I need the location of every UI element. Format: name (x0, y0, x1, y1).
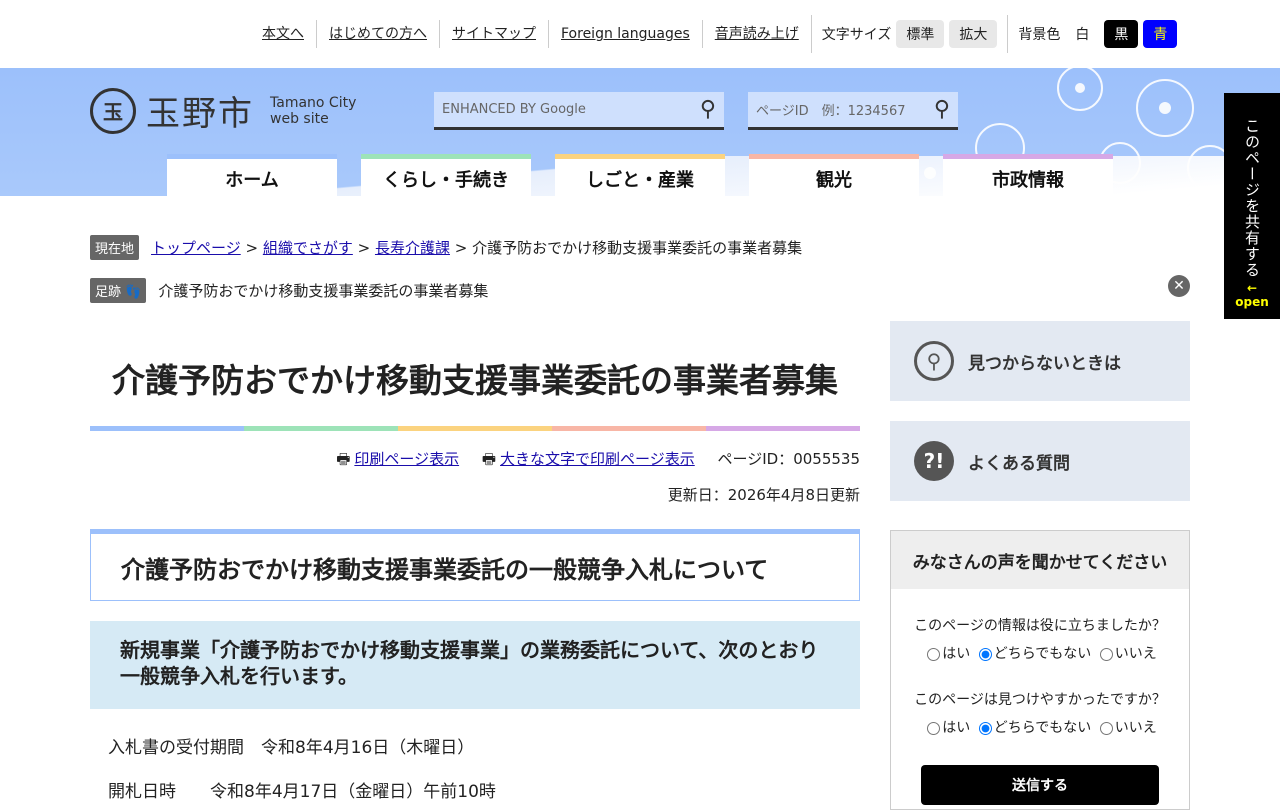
breadcrumb-org[interactable]: 組織でさがす (263, 239, 353, 257)
google-search-placeholder: ENHANCED BY Google (442, 102, 586, 117)
feedback-survey: みなさんの声を聞かせてください このページの情報は役に立ちましたか？ はい どち… (890, 530, 1190, 810)
share-tab-text: このページを共有する (1243, 118, 1261, 278)
q1-yes[interactable]: はい (923, 646, 970, 662)
bg-blue-button[interactable]: 青 (1143, 20, 1178, 48)
nav-business[interactable]: しごと・産業 (555, 154, 725, 198)
breadcrumb-current: 介護予防おでかけ移動支援事業委託の事業者募集 (472, 239, 803, 257)
print-link[interactable]: 印刷ページ表示 (354, 450, 459, 468)
utility-bar: 本文へ はじめての方へ サイトマップ Foreign languages 音声読… (250, 15, 1187, 53)
logo-text: 玉野市 (146, 94, 254, 134)
survey-title: みなさんの声を聞かせてください (891, 531, 1189, 589)
breadcrumb-dept[interactable]: 長寿介護課 (375, 239, 450, 257)
footprint: 足跡 👣 介護予防おでかけ移動支援事業委託の事業者募集 (90, 278, 488, 303)
survey-question-1: このページの情報は役に立ちましたか？ (914, 618, 1166, 634)
nav-city-info[interactable]: 市政情報 (943, 154, 1113, 198)
city-seal-icon: 玉 (90, 87, 136, 134)
foreign-languages-link[interactable]: Foreign languages (548, 20, 702, 48)
bid-period: 入札書の受付期間 令和8年4月16日（木曜日） (108, 738, 475, 758)
q1-neutral[interactable]: どちらでもない (975, 646, 1091, 662)
q1-no[interactable]: いいえ (1096, 646, 1157, 662)
nav-tourism[interactable]: 観光 (749, 154, 919, 198)
bg-white-button[interactable]: 白 (1065, 20, 1099, 48)
printer-icon: 🖶 (336, 450, 351, 468)
breadcrumb: 現在地 トップページ > 組織でさがす > 長寿介護課 > 介護予防おでかけ移動… (90, 235, 802, 260)
not-found-link[interactable]: ⚲ 見つからないときは (890, 321, 1190, 401)
faq-label: よくある質問 (968, 453, 1070, 474)
survey-question-2: このページは見つけやすかったですか？ (914, 692, 1166, 708)
font-standard-button[interactable]: 標準 (896, 20, 945, 48)
nav-home[interactable]: ホーム (167, 154, 337, 198)
font-size-label: 文字サイズ (821, 27, 892, 43)
subsection-heading: 新規事業「介護予防おでかけ移動支援事業」の業務委託について、次のとおり一般競争入… (90, 621, 860, 709)
section-heading: 介護予防おでかけ移動支援事業委託の一般競争入札について (90, 529, 860, 601)
footprint-icon: 👣 (125, 285, 142, 300)
logo-sub-2: web site (270, 110, 329, 127)
page-tools: 🖶 印刷ページ表示 🖶 大きな文字で印刷ページ表示 ページID：0055535 更新… (90, 448, 860, 505)
site-search-input[interactable]: ENHANCED BY Google ⚲ (434, 92, 724, 130)
sitemap-link[interactable]: サイトマップ (439, 20, 548, 48)
bg-color-label: 背景色 (1018, 27, 1061, 43)
site-logo[interactable]: 玉 玉野市 Tamano City web site (90, 86, 356, 135)
nav-living[interactable]: くらし・手続き (361, 154, 531, 198)
updated-date: 更新日：2026年4月8日更新 (667, 486, 860, 504)
share-side-tab[interactable]: このページを共有する ← open (1224, 93, 1280, 319)
read-aloud-link[interactable]: 音声読み上げ (701, 20, 811, 48)
page-id-placeholder: ページID 例：1234567 (756, 104, 906, 119)
q2-no[interactable]: いいえ (1096, 720, 1157, 736)
footprint-badge: 足跡 👣 (90, 278, 147, 303)
first-visit-link[interactable]: はじめての方へ (316, 20, 439, 48)
printer-icon: 🖶 (481, 450, 497, 468)
global-nav: ホーム くらし・手続き しごと・産業 観光 市政情報 (167, 154, 1113, 198)
font-size-group: 文字サイズ 標準 拡大 (810, 15, 1008, 53)
q2-yes[interactable]: はい (923, 720, 970, 736)
faq-link[interactable]: ?! よくある質問 (890, 421, 1190, 501)
print-large-link[interactable]: 大きな文字で印刷ページ表示 (500, 450, 695, 468)
search-icon[interactable]: ⚲ (934, 97, 950, 122)
open-label: open (1235, 295, 1269, 309)
search-help-icon: ⚲ (914, 341, 954, 381)
current-location-badge: 現在地 (90, 235, 140, 260)
font-large-button[interactable]: 拡大 (949, 20, 998, 48)
breadcrumb-top[interactable]: トップページ (151, 239, 241, 257)
page-id: ページID：0055535 (717, 450, 860, 468)
q2-neutral[interactable]: どちらでもない (975, 720, 1091, 736)
opening-date: 開札日時 令和8年4月17日（金曜日）午前10時 (108, 782, 496, 802)
bg-color-group: 背景色 白 黒 青 (1007, 15, 1187, 53)
not-found-label: 見つからないときは (968, 353, 1121, 374)
submit-button[interactable]: 送信する (921, 765, 1159, 805)
arrow-left-icon: ← (1246, 281, 1258, 295)
title-underline (90, 426, 860, 431)
close-footprint-button[interactable]: ✕ (1168, 275, 1190, 297)
skip-to-content-link[interactable]: 本文へ (250, 20, 316, 48)
page-id-input[interactable]: ページID 例：1234567 ⚲ (748, 92, 958, 130)
question-icon: ?! (914, 441, 954, 481)
bg-black-button[interactable]: 黒 (1104, 20, 1139, 48)
search-icon[interactable]: ⚲ (700, 97, 716, 122)
page-title: 介護予防おでかけ移動支援事業委託の事業者募集 (112, 361, 838, 400)
logo-sub-1: Tamano City (270, 94, 357, 111)
footprint-item[interactable]: 介護予防おでかけ移動支援事業委託の事業者募集 (158, 280, 488, 301)
